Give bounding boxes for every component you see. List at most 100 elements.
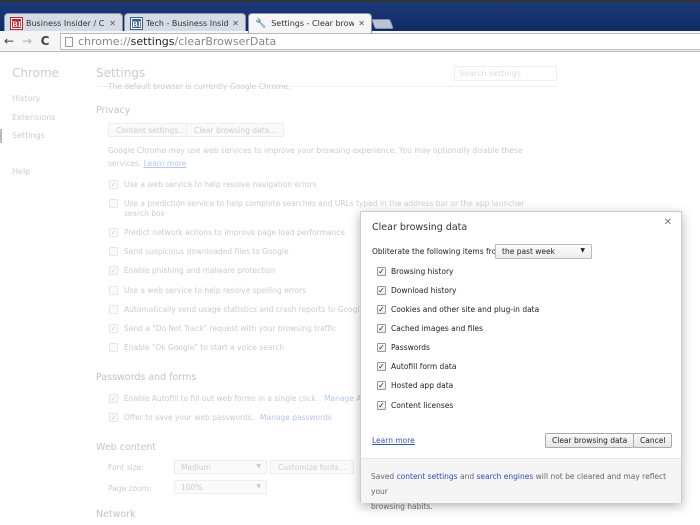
option-label: Use a prediction service to help complet… — [124, 199, 525, 208]
checkbox-unchecked[interactable] — [109, 305, 118, 314]
wrench-icon: 🔧 — [255, 18, 267, 29]
dialog-item-passwords[interactable]: ✓ Passwords — [377, 343, 430, 352]
option-label: Use a web service to help resolve naviga… — [124, 180, 317, 189]
content-settings-link[interactable]: content settings — [397, 472, 458, 481]
dialog-item-download-history[interactable]: ✓ Download history — [377, 286, 456, 295]
item-label: Download history — [391, 286, 457, 295]
reload-icon[interactable]: C — [36, 34, 54, 48]
close-icon[interactable]: ✕ — [664, 217, 672, 228]
network-heading: Network — [96, 509, 136, 520]
item-label: Hosted app data — [391, 381, 454, 390]
checkbox-checked[interactable]: ✓ — [377, 286, 386, 295]
address-bar[interactable]: chrome://settings/clearBrowserData — [60, 33, 700, 50]
tab-title: Business Insider / CMS Ed — [26, 19, 105, 28]
page-icon — [65, 36, 73, 47]
dialog-item-browsing-history[interactable]: ✓ Browsing history — [377, 267, 453, 276]
font-size-select[interactable]: Medium ▼ — [174, 460, 267, 474]
time-range-select[interactable]: the past week ▼ — [495, 244, 592, 259]
checkbox-unchecked[interactable] — [109, 247, 118, 256]
dropdown-arrow-icon: ▼ — [256, 463, 261, 470]
business-insider-favicon-icon: BI — [10, 17, 23, 30]
privacy-option[interactable]: ✓ Predict network actions to improve page… — [109, 228, 345, 237]
dialog-item-cached-images[interactable]: ✓ Cached images and files — [377, 324, 483, 333]
clear-browsing-data-button[interactable]: Clear browsing data... — [186, 123, 285, 137]
web-content-heading: Web content — [96, 442, 157, 453]
checkbox-checked[interactable]: ✓ — [377, 343, 386, 352]
page-zoom-label: Page zoom: — [108, 484, 152, 493]
content-settings-button[interactable]: Content settings... — [108, 123, 194, 137]
forward-arrow-icon[interactable]: → — [18, 34, 36, 48]
checkbox-checked[interactable]: ✓ — [109, 228, 118, 237]
checkbox-checked[interactable]: ✓ — [109, 324, 118, 333]
dialog-item-cookies[interactable]: ✓ Cookies and other site and plug-in data — [377, 305, 539, 314]
dialog-item-content-licenses[interactable]: ✓ Content licenses — [377, 401, 453, 410]
clear-browsing-data-confirm-button[interactable]: Clear browsing data — [545, 433, 635, 448]
checkbox-checked[interactable]: ✓ — [377, 381, 386, 390]
cancel-button[interactable]: Cancel — [633, 433, 673, 448]
business-insider-favicon-icon: BI — [130, 17, 143, 30]
checkbox-checked[interactable]: ✓ — [377, 324, 386, 333]
checkbox-unchecked[interactable] — [109, 286, 118, 295]
privacy-option[interactable]: ✓ Send a "Do Not Track" request with your… — [109, 324, 336, 333]
tab-settings[interactable]: 🔧 Settings - Clear browsing ✕ — [248, 13, 372, 33]
new-tab-button[interactable] — [371, 19, 394, 29]
dialog-item-autofill[interactable]: ✓ Autofill form data — [377, 362, 456, 371]
url-path: /clearBrowserData — [174, 35, 277, 48]
privacy-option[interactable]: Automatically send usage statistics and … — [109, 305, 364, 314]
font-size-label: Font size: — [108, 463, 144, 472]
dropdown-arrow-icon: ▼ — [580, 247, 585, 254]
save-passwords-option[interactable]: ✓ Offer to save your web passwords. Mana… — [109, 413, 332, 422]
privacy-option[interactable]: ✓ Use a web service to help resolve navig… — [109, 180, 317, 189]
option-label-cont: search box — [124, 209, 165, 218]
checkbox-checked[interactable]: ✓ — [109, 394, 118, 403]
tab-close-icon[interactable]: ✕ — [232, 19, 239, 28]
privacy-option[interactable]: Use a web service to help resolve spelli… — [109, 286, 306, 295]
sidebar-item-extensions[interactable]: Extensions — [12, 113, 55, 122]
option-label: Send a "Do Not Track" request with your … — [124, 324, 337, 333]
page-zoom-select[interactable]: 100% ▼ — [174, 480, 267, 494]
search-engines-link[interactable]: search engines — [476, 472, 533, 481]
item-label: Cookies and other site and plug-in data — [391, 305, 540, 314]
item-label: Passwords — [391, 343, 430, 352]
search-settings-input[interactable]: Search settings — [454, 66, 557, 81]
sidebar-item-settings[interactable]: Settings — [12, 131, 45, 140]
privacy-option[interactable]: Send suspicious downloaded files to Goog… — [109, 247, 289, 256]
checkbox-checked[interactable]: ✓ — [109, 413, 118, 422]
font-size-value: Medium — [181, 463, 211, 472]
privacy-description: Google Chrome may use web services to im… — [108, 146, 523, 155]
checkbox-checked[interactable]: ✓ — [377, 362, 386, 371]
dialog-footer: Saved content settings and search engine… — [361, 458, 681, 511]
privacy-option[interactable]: ✓ Enable phishing and malware protection — [109, 266, 276, 275]
back-arrow-icon[interactable]: ← — [0, 34, 18, 48]
checkbox-unchecked[interactable] — [109, 343, 118, 352]
privacy-learn-more-link[interactable]: Learn more — [144, 159, 187, 168]
checkbox-checked[interactable]: ✓ — [377, 267, 386, 276]
tab-tech-business-insider[interactable]: BI Tech - Business Insider ✕ — [124, 13, 246, 33]
sidebar-selection-indicator — [0, 129, 2, 143]
learn-more-link[interactable]: Learn more — [372, 436, 415, 445]
customize-fonts-button[interactable]: Customize fonts... — [270, 460, 354, 474]
option-label: Use a web service to help resolve spelli… — [124, 286, 307, 295]
checkbox-checked[interactable]: ✓ — [109, 180, 118, 189]
sidebar-item-help[interactable]: Help — [12, 167, 30, 176]
checkbox-checked[interactable]: ✓ — [377, 305, 386, 314]
browser-toolbar: ← → C chrome://settings/clearBrowserData — [0, 31, 700, 52]
footer-text: and — [459, 472, 475, 481]
tab-strip: BI Business Insider / CMS Ed ✕ BI Tech -… — [0, 0, 700, 33]
sidebar-item-history[interactable]: History — [12, 94, 40, 103]
checkbox-checked[interactable]: ✓ — [109, 266, 118, 275]
item-label: Autofill form data — [391, 362, 457, 371]
tab-close-icon[interactable]: ✕ — [109, 19, 116, 28]
dialog-title: Clear browsing data — [372, 222, 468, 233]
tab-business-insider-cms[interactable]: BI Business Insider / CMS Ed ✕ — [4, 13, 123, 33]
manage-passwords-link[interactable]: Manage passwords — [260, 413, 332, 422]
tab-close-icon[interactable]: ✕ — [358, 19, 365, 28]
page-zoom-value: 100% — [181, 483, 203, 492]
checkbox-checked[interactable]: ✓ — [377, 401, 386, 410]
item-label: Cached images and files — [391, 324, 483, 333]
privacy-option[interactable]: Enable "Ok Google" to start a voice sear… — [109, 343, 284, 352]
tab-title: Tech - Business Insider — [146, 19, 229, 28]
privacy-description-cont: services. — [108, 159, 142, 168]
dialog-item-hosted-app-data[interactable]: ✓ Hosted app data — [377, 381, 453, 390]
checkbox-unchecked[interactable] — [109, 199, 118, 208]
